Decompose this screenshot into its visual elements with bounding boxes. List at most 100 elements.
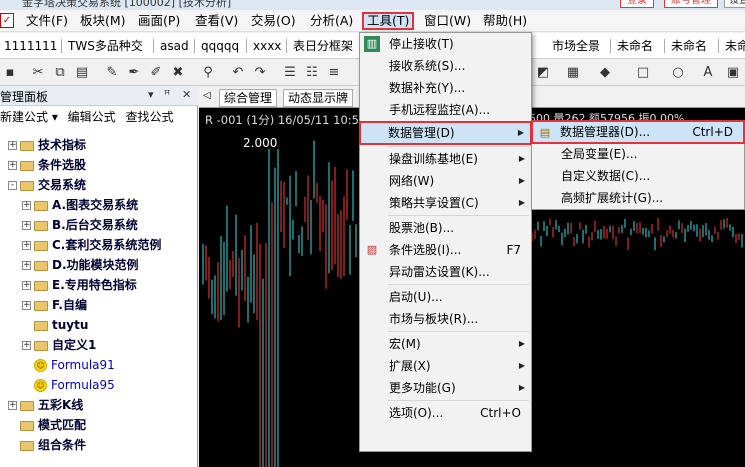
tree-item[interactable]: ☺ Formula91: [0, 355, 198, 375]
tree-item[interactable]: 模式匹配: [0, 415, 198, 435]
circle-icon[interactable]: ○: [670, 65, 686, 81]
fill-icon[interactable]: ◆: [597, 65, 613, 81]
tab-unnamed-2[interactable]: 未命名: [671, 37, 707, 55]
tab-unnamed-1[interactable]: 未命名: [617, 37, 653, 55]
menu-sector[interactable]: 板块(M): [78, 12, 128, 30]
login-button[interactable]: 登录: [620, 0, 654, 8]
tools-menu-item[interactable]: 数据补充(Y)...: [360, 77, 531, 99]
marker-icon[interactable]: ✐: [148, 65, 164, 81]
data-submenu-item[interactable]: ▤ 数据管理器(D)... Ctrl+D: [531, 120, 745, 144]
expand-toggle-icon[interactable]: +: [22, 301, 31, 310]
indent-icon[interactable]: ☰: [282, 65, 298, 81]
tools-menu-item[interactable]: 扩展(X) ▶: [360, 355, 531, 377]
text-icon[interactable]: A: [700, 65, 716, 81]
image-icon[interactable]: ▣: [725, 65, 741, 81]
outdent-icon[interactable]: ☷: [304, 65, 320, 81]
undo-icon[interactable]: ↶: [230, 65, 246, 81]
tree-item[interactable]: + 技术指标: [0, 135, 198, 155]
edit-formula-button[interactable]: 编辑公式: [68, 110, 116, 124]
tools-menu-item[interactable]: 操盘训练基地(E) ▶: [360, 148, 531, 170]
tree-item[interactable]: tuytu: [0, 315, 198, 335]
paste-icon[interactable]: ▤: [74, 65, 90, 81]
data-submenu-item[interactable]: 自定义数据(C)...: [532, 165, 744, 187]
expand-toggle-icon[interactable]: +: [22, 221, 31, 230]
tab-market-overview[interactable]: 市场全景: [552, 37, 600, 55]
menu-file[interactable]: 文件(F): [24, 12, 70, 30]
tools-menu-item[interactable]: 策略共享设置(C) ▶: [360, 192, 531, 214]
data-submenu-item[interactable]: 高频扩展统计(G)...: [532, 187, 744, 209]
tab-unnamed-3[interactable]: 未命名: [725, 37, 745, 55]
list-icon[interactable]: ≡: [326, 65, 342, 81]
panel-close-icon[interactable]: ✕: [182, 88, 191, 101]
tree-item[interactable]: + E.专用特色指标: [0, 275, 198, 295]
menu-analysis[interactable]: 分析(A): [308, 12, 355, 30]
menu-screen[interactable]: 画面(P): [136, 12, 182, 30]
tree-item[interactable]: + C.套利交易系统范例: [0, 235, 198, 255]
find-formula-button[interactable]: 查找公式: [126, 110, 174, 124]
tree-item[interactable]: + F.自编: [0, 295, 198, 315]
tools-menu-item[interactable]: 更多功能(G) ▶: [360, 377, 531, 399]
tools-menu-item[interactable]: 启动(U)...: [360, 286, 531, 308]
expand-toggle-icon[interactable]: +: [22, 201, 31, 210]
expand-toggle-icon[interactable]: +: [8, 161, 17, 170]
data-submenu-item[interactable]: 全局变量(E)...: [532, 143, 744, 165]
tree-item[interactable]: + A.图表交易系统: [0, 195, 198, 215]
tools-menu-item[interactable]: ▥ 停止接收(T): [360, 33, 531, 55]
line-style-icon[interactable]: ▦: [565, 65, 581, 81]
tree-item[interactable]: + 自定义1: [0, 335, 198, 355]
tab-qqqqq[interactable]: qqqqq: [201, 37, 239, 55]
tab-1111111[interactable]: 1111111: [4, 37, 57, 55]
tab-dynamic-display[interactable]: 动态显示牌: [283, 89, 354, 107]
menu-help[interactable]: 帮助(H): [481, 12, 529, 30]
tab-daily-frame[interactable]: 表日分框架: [293, 37, 353, 55]
redo-icon[interactable]: ↷: [252, 65, 268, 81]
pen-icon[interactable]: ✒: [126, 65, 142, 81]
tools-menu-item[interactable]: 异动雷达设置(K)...: [360, 261, 531, 283]
tools-menu-item[interactable]: 选项(O)... Ctrl+O: [360, 402, 531, 424]
tree-item[interactable]: - 交易系统: [0, 175, 198, 195]
menu-trade[interactable]: 交易(O): [249, 12, 298, 30]
menu-window[interactable]: 窗口(W): [422, 12, 473, 30]
panel-menu-icon[interactable]: ▾: [148, 88, 154, 101]
tree-item[interactable]: ☺ Formula95: [0, 375, 198, 395]
tab-general-management[interactable]: 综合管理: [219, 89, 278, 107]
tree-item[interactable]: + 条件选股: [0, 155, 198, 175]
panel-pin-icon[interactable]: ꟸ: [164, 88, 170, 101]
expand-toggle-icon[interactable]: +: [22, 241, 31, 250]
settings-button[interactable]: 设置: [724, 0, 745, 8]
draw-tool-icon[interactable]: ✎: [104, 65, 120, 81]
find-icon[interactable]: ⚲: [200, 65, 216, 81]
save-icon[interactable]: ▪: [2, 65, 18, 81]
expand-toggle-icon[interactable]: +: [22, 341, 31, 350]
chart-style-icon[interactable]: ◩: [535, 65, 551, 81]
tree-item[interactable]: 组合条件: [0, 435, 198, 455]
new-formula-button[interactable]: 新建公式 ▾: [0, 110, 58, 124]
tree-item[interactable]: + 五彩K线: [0, 395, 198, 415]
expand-toggle-icon[interactable]: +: [8, 401, 17, 410]
menu-view[interactable]: 查看(V): [193, 12, 240, 30]
menu-tools[interactable]: 工具(T): [362, 12, 415, 30]
tab-xxxx[interactable]: xxxx: [253, 37, 281, 55]
tools-menu-item[interactable]: 网络(W) ▶: [360, 170, 531, 192]
expand-toggle-icon[interactable]: +: [8, 141, 17, 150]
tools-menu-item[interactable]: 市场与板块(R)...: [360, 308, 531, 330]
tools-menu-item[interactable]: 接收系统(S)...: [360, 55, 531, 77]
app-logo-icon[interactable]: ✓: [0, 13, 14, 28]
tree-item[interactable]: + D.功能模块范例: [0, 255, 198, 275]
eraser-icon[interactable]: ✖: [170, 65, 186, 81]
tree-item[interactable]: + B.后台交易系统: [0, 215, 198, 235]
tab-asad[interactable]: asad: [160, 37, 189, 55]
expand-toggle-icon[interactable]: +: [22, 281, 31, 290]
tools-menu-item[interactable]: 宏(M) ▶: [360, 333, 531, 355]
account-button[interactable]: 账号管理: [664, 0, 718, 8]
copy-icon[interactable]: ⧉: [52, 65, 68, 81]
tools-menu-item[interactable]: 数据管理(D) ▶: [359, 121, 532, 145]
rectangle-icon[interactable]: □: [635, 65, 651, 81]
expand-toggle-icon[interactable]: -: [8, 181, 17, 190]
tools-menu-item[interactable]: 股票池(B)...: [360, 217, 531, 239]
tab-scroll-left-icon[interactable]: ◁: [203, 90, 211, 101]
expand-toggle-icon[interactable]: +: [22, 261, 31, 270]
cut-icon[interactable]: ✂: [30, 65, 46, 81]
tools-menu-item[interactable]: 手机远程监控(A)...: [360, 99, 531, 121]
tab-tws[interactable]: TWS多品种交: [68, 37, 143, 55]
